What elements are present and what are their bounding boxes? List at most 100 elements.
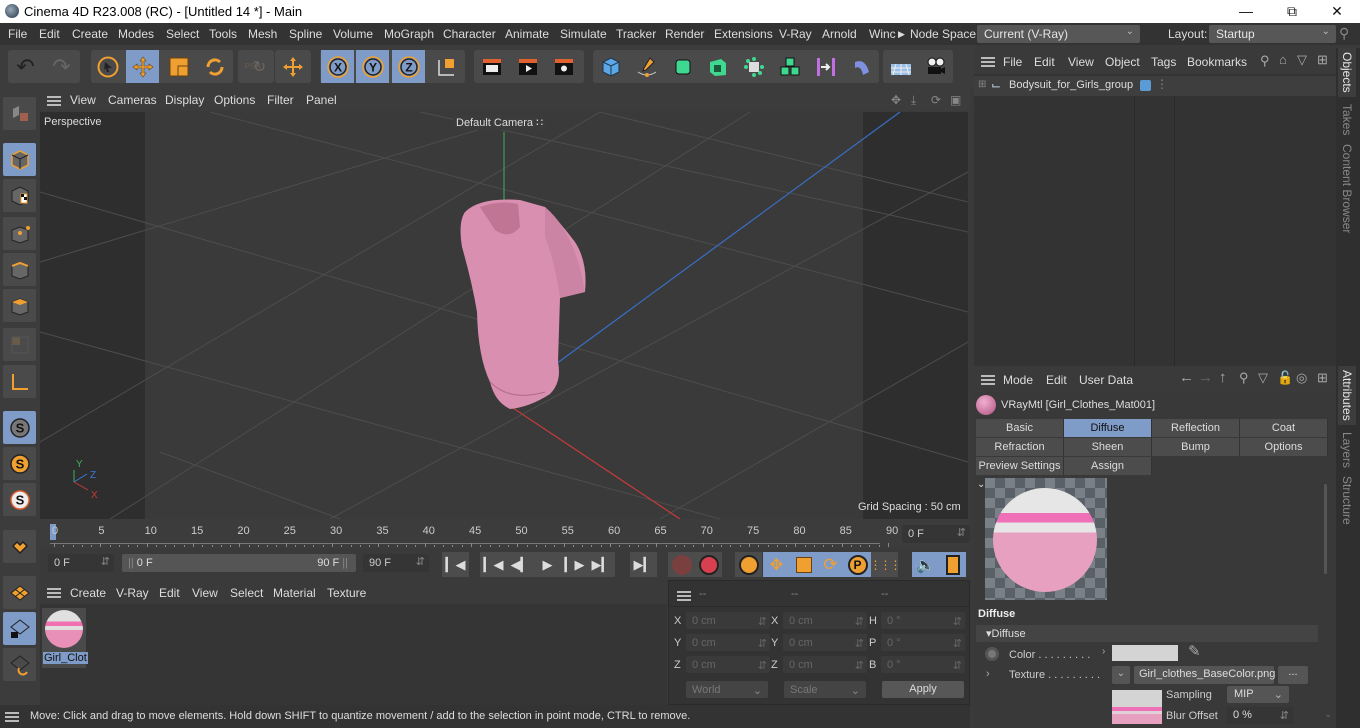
stepper-icon[interactable]: ⇵: [855, 615, 864, 628]
visibility-dots-icon[interactable]: ⋮: [1156, 77, 1168, 91]
material-menu-material[interactable]: Material: [273, 586, 316, 600]
tab-refraction[interactable]: Refraction: [976, 438, 1064, 456]
menu-arnold[interactable]: Arnold: [822, 27, 857, 41]
target-icon[interactable]: ◎: [1296, 370, 1307, 386]
menu-create[interactable]: Create: [72, 27, 108, 41]
record-rotation-button[interactable]: ⟳: [817, 552, 844, 577]
maximize-button[interactable]: ⧉: [1269, 0, 1315, 23]
model-mode-button[interactable]: [3, 143, 36, 176]
menu-modes[interactable]: Modes: [118, 27, 154, 41]
coord-value-field[interactable]: 0 ° ⇵: [881, 634, 965, 651]
end-frame-field[interactable]: 90 F ⇵: [363, 554, 429, 572]
menu-mesh[interactable]: Mesh: [248, 27, 277, 41]
move-tool-button[interactable]: [126, 50, 159, 83]
viewport-menu-view[interactable]: View: [70, 93, 96, 107]
texture-file-button[interactable]: Girl_clothes_BaseColor.png: [1134, 666, 1275, 684]
blur-offset-field[interactable]: 0 % ⇵: [1227, 707, 1293, 724]
tab-assign[interactable]: Assign: [1064, 457, 1152, 475]
polygons-mode-button[interactable]: [3, 289, 36, 322]
stepper-icon[interactable]: ⇵: [855, 637, 864, 650]
coord-value-field[interactable]: 0 ° ⇵: [881, 656, 965, 673]
zoom-view-icon[interactable]: ⤓: [911, 93, 916, 108]
stepper-icon[interactable]: ⇵: [416, 555, 425, 568]
tab-takes[interactable]: Takes: [1338, 100, 1356, 139]
stepper-icon[interactable]: ⇵: [758, 659, 767, 672]
coordinates-menu-icon[interactable]: [677, 591, 691, 601]
node-space-dropdown[interactable]: Current (V-Ray) ⌄: [977, 25, 1140, 43]
tab-structure[interactable]: Structure: [1338, 472, 1356, 529]
tab-coat[interactable]: Coat: [1240, 419, 1328, 437]
render-view-button[interactable]: [475, 50, 508, 83]
rotate-tool-button[interactable]: [198, 50, 231, 83]
material-swatch[interactable]: Girl_Clot: [42, 608, 88, 668]
sound-button[interactable]: 🔈: [912, 552, 939, 577]
material-menu-icon[interactable]: [47, 588, 61, 598]
viewport-menu-filter[interactable]: Filter: [267, 93, 294, 107]
psr-reset-button[interactable]: PSR ↻: [239, 50, 272, 83]
objects-menu-tags[interactable]: Tags: [1151, 55, 1176, 69]
search-icon[interactable]: ⚲: [1260, 53, 1270, 69]
viewport-menu-display[interactable]: Display: [165, 93, 204, 107]
tab-reflection[interactable]: Reflection: [1152, 419, 1240, 437]
new-panel-icon[interactable]: ⊞: [1317, 370, 1328, 386]
go-to-start-button[interactable]: ▎◀: [442, 552, 469, 577]
menu-tracker[interactable]: Tracker: [616, 27, 656, 41]
coordinate-space-select[interactable]: World ⌄: [686, 681, 768, 698]
live-selection-button[interactable]: [91, 50, 124, 83]
frame-range-slider[interactable]: || 0 F 90 F ||: [122, 554, 356, 572]
sampling-select[interactable]: MIP ⌄: [1227, 686, 1289, 703]
camera-button[interactable]: [919, 50, 952, 83]
pen-button[interactable]: [630, 50, 663, 83]
coord-value-field[interactable]: 0 cm ⇵: [783, 634, 867, 651]
forward-arrow-icon[interactable]: →: [1198, 369, 1213, 386]
menu-mograph[interactable]: MoGraph: [384, 27, 434, 41]
color-swatch[interactable]: [1112, 645, 1178, 661]
attributes-menu-edit[interactable]: Edit: [1046, 373, 1067, 387]
start-frame-field[interactable]: 0 F ⇵: [48, 554, 114, 572]
rotate-view-icon[interactable]: ⟳: [931, 93, 941, 107]
lock-icon[interactable]: 🔓: [1277, 370, 1293, 386]
home-icon[interactable]: ⌂: [1279, 52, 1287, 67]
record-pla-button[interactable]: ⋮⋮⋮: [870, 552, 902, 577]
menu-select[interactable]: Select: [166, 27, 199, 41]
current-frame-field[interactable]: 0 F ⇵: [902, 525, 970, 543]
go-to-end-button[interactable]: ▶▎: [588, 552, 615, 577]
menu-character[interactable]: Character: [443, 27, 496, 41]
tab-content-browser[interactable]: Content Browser: [1338, 140, 1356, 237]
coord-value-field[interactable]: 0 cm ⇵: [783, 612, 867, 629]
timeline-ruler[interactable]: 0 5 10 15 20 25 30 35 40 45 50 55 60 65 70 75 80 85 90 0 F…: [40, 519, 970, 548]
snap-button[interactable]: S: [3, 411, 36, 444]
redo-button[interactable]: ↷: [45, 50, 78, 83]
tab-preview-settings[interactable]: Preview Settings: [976, 457, 1064, 475]
play-button[interactable]: ▶: [534, 552, 561, 577]
autokey-button[interactable]: [695, 552, 722, 577]
x-axis-lock-button[interactable]: X: [321, 50, 354, 83]
record-keys-button[interactable]: [668, 552, 695, 577]
viewport-menu-cameras[interactable]: Cameras: [108, 93, 157, 107]
menu-simulate[interactable]: Simulate: [560, 27, 607, 41]
material-menu-create[interactable]: Create: [70, 586, 106, 600]
stepper-icon[interactable]: ⇵: [953, 659, 962, 672]
extrude-button[interactable]: [701, 50, 734, 83]
3d-viewport[interactable]: Y Z X Perspective Default Camera ∷ Grid …: [40, 112, 968, 519]
floor-button[interactable]: [884, 50, 917, 83]
scroll-down-icon[interactable]: ⌄: [1324, 709, 1332, 720]
lock-workplane-button[interactable]: [3, 612, 36, 645]
previous-key-button[interactable]: ▎◀: [480, 552, 507, 577]
diffuse-group-header[interactable]: ▾Diffuse: [976, 625, 1318, 642]
up-arrow-icon[interactable]: ↑: [1219, 369, 1227, 386]
material-menu-texture[interactable]: Texture: [327, 586, 366, 600]
coord-value-field[interactable]: 0 cm ⇵: [686, 634, 770, 651]
filter-icon[interactable]: ▽: [1297, 52, 1307, 68]
keyframe-selection-button[interactable]: [735, 552, 762, 577]
objects-menu-icon[interactable]: [981, 57, 995, 67]
tweak-magnet-button[interactable]: [3, 530, 36, 563]
expand-icon[interactable]: ⊞: [978, 79, 986, 90]
expand-chevron-icon[interactable]: ›: [986, 668, 990, 680]
stepper-icon[interactable]: ⇵: [1280, 709, 1289, 722]
coord-value-field[interactable]: 0 cm ⇵: [686, 656, 770, 673]
tab-options[interactable]: Options: [1240, 438, 1328, 456]
edges-mode-button[interactable]: [3, 253, 36, 286]
viewport-menu-icon[interactable]: [47, 96, 61, 106]
object-row[interactable]: ⊞ ⌙ Bodysuit_for_Girls_group ⋮: [974, 76, 1336, 96]
